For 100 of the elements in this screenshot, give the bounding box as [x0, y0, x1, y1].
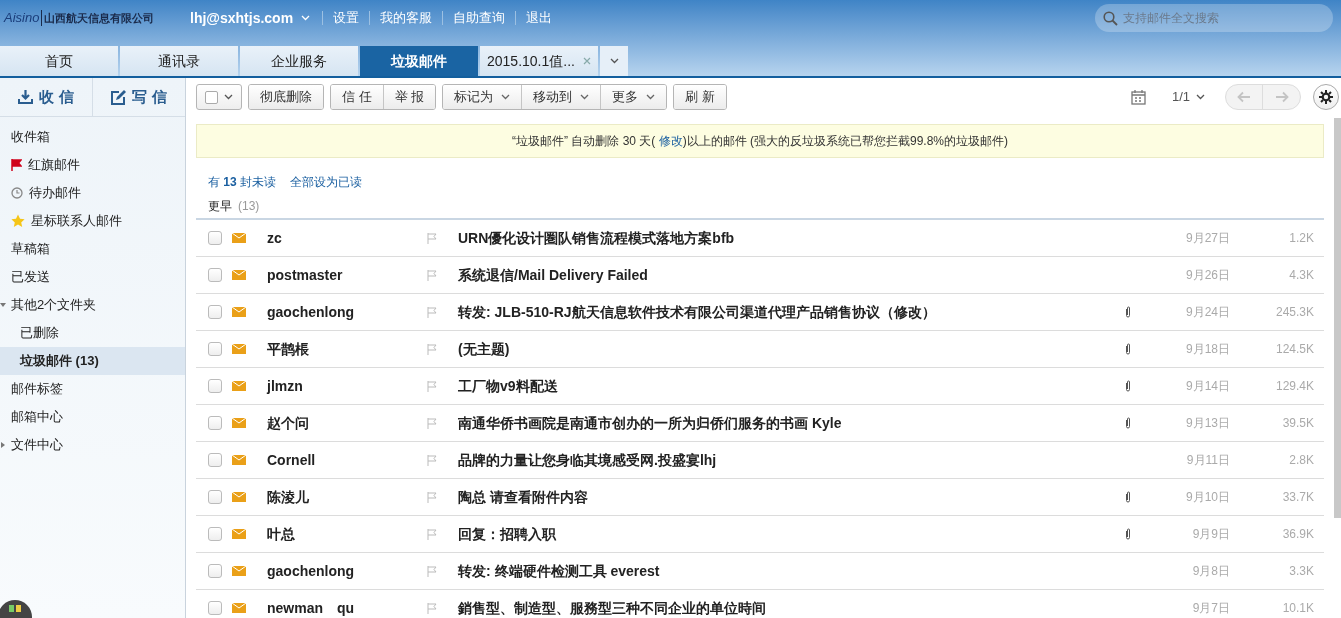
tab[interactable]: 2015.10.1值... — [480, 46, 598, 76]
date: 9月18日 — [1184, 341, 1230, 358]
subject: URN優化设计圏队销售流程模式落地方案bfb — [458, 228, 736, 248]
checkbox[interactable] — [208, 490, 222, 504]
flag-icon[interactable] — [427, 269, 437, 281]
toolbar-button[interactable]: 更多 — [600, 85, 667, 109]
size: 33.7K — [1281, 489, 1314, 506]
settings-button[interactable] — [1313, 84, 1339, 110]
message-row[interactable]: 平鹊棖 (无主题) 9月18日 124.5K — [196, 331, 1324, 368]
folder-item[interactable]: 草稿箱 — [0, 235, 185, 263]
sender: zc — [267, 228, 283, 248]
envelope-icon — [232, 529, 246, 539]
close-icon[interactable] — [582, 57, 591, 65]
message-row[interactable]: jlmzn 工厂物v9料配送 9月14日 129.4K — [196, 368, 1324, 405]
subject: 陶总 请查看附件内容 — [458, 487, 589, 507]
flag-icon[interactable] — [427, 528, 437, 540]
folder-item[interactable]: 其他2个文件夹 — [0, 291, 185, 319]
sender: newman qu — [267, 598, 356, 618]
checkbox[interactable] — [208, 305, 222, 319]
folder-item[interactable]: 红旗邮件 — [0, 151, 185, 179]
tab[interactable]: 企业服务 — [240, 46, 358, 76]
clock-icon — [11, 187, 23, 199]
message-row[interactable]: gaochenlong 转发: JLB-510-RJ航天信息软件技术有限公司渠道代理产品销售协议（修改） 9月24日 245.3K — [196, 294, 1324, 331]
expand-caret-icon[interactable] — [0, 442, 6, 448]
checkbox[interactable] — [208, 342, 222, 356]
date: 9月9日 — [1191, 526, 1230, 543]
toolbar-button[interactable]: 彻底删除 — [249, 85, 323, 109]
toolbar-button[interactable]: 刷 新 — [674, 85, 726, 109]
flag-icon[interactable] — [427, 306, 437, 318]
message-row[interactable]: newman qu 銷售型、制造型、服務型三种不同企业的单位時间 9月7日 10.1K — [196, 590, 1324, 618]
tab[interactable]: 垃圾邮件 — [360, 46, 478, 76]
tab[interactable]: 首页 — [0, 46, 118, 76]
checkbox[interactable] — [208, 416, 222, 430]
calendar-icon[interactable] — [1130, 89, 1146, 105]
envelope-icon — [232, 307, 246, 317]
envelope-icon — [232, 270, 246, 280]
folder-item[interactable]: 邮箱中心 — [0, 403, 185, 431]
message-row[interactable]: gaochenlong 转发: 终端硬件检测工具 everest 9月8日 3.3K — [196, 553, 1324, 590]
caret-icon — [224, 94, 233, 100]
subject: 南通华侨书画院是南通市创办的一所为归侨们服务的书画 Kyle — [458, 413, 843, 433]
tab[interactable]: 通讯录 — [120, 46, 238, 76]
flag-icon[interactable] — [427, 380, 437, 392]
toolbar-button[interactable]: 举 报 — [382, 85, 436, 109]
logo-brand: Aisino — [4, 9, 40, 28]
folder-item[interactable]: 已发送 — [0, 263, 185, 291]
envelope-icon — [232, 566, 246, 576]
message-row[interactable]: 赵个问 南通华侨书画院是南通市创办的一所为归侨们服务的书画 Kyle 9月13日 39.5K — [196, 405, 1324, 442]
message-row[interactable]: 叶总 回复：招聘入职 9月9日 36.9K — [196, 516, 1324, 553]
folder-item[interactable]: 文件中心 — [0, 431, 185, 459]
receive-button[interactable]: 收 信 — [0, 78, 93, 116]
checkbox[interactable] — [208, 527, 222, 541]
message-row[interactable]: zc URN優化设计圏队销售流程模式落地方案bfb 9月27日 1.2K — [196, 220, 1324, 257]
message-row[interactable]: postmaster 系统退信/Mail Delivery Failed 9月26日 4.3K — [196, 257, 1324, 294]
toolbar-button[interactable]: 标记为 — [443, 85, 522, 109]
folder-item[interactable]: 待办邮件 — [0, 179, 185, 207]
folder-item[interactable]: 收件箱 — [0, 123, 185, 151]
download-icon — [18, 90, 34, 104]
settings-icon — [1319, 90, 1333, 104]
toolbar-button[interactable]: 移动到 — [521, 85, 601, 109]
folder-item[interactable]: 已删除 — [0, 319, 185, 347]
date: 9月13日 — [1184, 415, 1230, 432]
subject: 回复：招聘入职 — [458, 524, 557, 544]
envelope-icon — [232, 455, 246, 465]
folder-item[interactable]: 星标联系人邮件 — [0, 207, 185, 235]
tabs-dropdown-button[interactable] — [600, 46, 628, 76]
right-arrow-icon — [1274, 91, 1289, 103]
flag-icon[interactable] — [427, 602, 437, 614]
checkbox[interactable] — [208, 231, 222, 245]
envelope-icon — [232, 381, 246, 391]
flag-icon[interactable] — [427, 491, 437, 503]
size: 10.1K — [1281, 600, 1314, 617]
mark-all-read-link[interactable]: 全部设为已读 — [290, 173, 363, 191]
flag-icon[interactable] — [427, 343, 437, 355]
checkbox[interactable] — [208, 564, 222, 578]
select-all-dropdown[interactable] — [196, 84, 242, 110]
flag-icon[interactable] — [427, 417, 437, 429]
folder-item[interactable]: 邮件标签 — [0, 375, 185, 403]
date: 9月8日 — [1191, 563, 1230, 580]
sender: gaochenlong — [267, 561, 356, 581]
flag-icon[interactable] — [427, 565, 437, 577]
logo-company: 山西航天信息有限公司 — [41, 9, 155, 27]
message-row[interactable]: Cornell 品牌的力量让您身临其境感受网.投盛宴lhj 9月11日 2.8K — [196, 442, 1324, 479]
toolbar-button[interactable]: 信 任 — [331, 85, 383, 109]
folder-item[interactable]: 垃圾邮件 (13) — [0, 347, 185, 375]
compose-button[interactable]: 写 信 — [93, 78, 185, 116]
sender: jlmzn — [267, 376, 304, 396]
flag-icon[interactable] — [427, 454, 437, 466]
flag-icon[interactable] — [427, 232, 437, 244]
subject: 转发: 终端硬件检测工具 everest — [458, 561, 661, 581]
checkbox[interactable] — [208, 379, 222, 393]
caret-icon — [609, 58, 619, 64]
date: 9月11日 — [1185, 452, 1230, 469]
checkbox[interactable] — [208, 601, 222, 615]
checkbox[interactable] — [208, 268, 222, 282]
date: 9月7日 — [1191, 600, 1230, 617]
page-selector[interactable]: 1/1 — [1171, 87, 1205, 107]
expand-caret-icon[interactable] — [0, 302, 6, 308]
checkbox[interactable] — [208, 453, 222, 467]
message-row[interactable]: 陈淩儿 陶总 请查看附件内容 9月10日 33.7K — [196, 479, 1324, 516]
modify-link[interactable]: 修改 — [658, 132, 683, 150]
